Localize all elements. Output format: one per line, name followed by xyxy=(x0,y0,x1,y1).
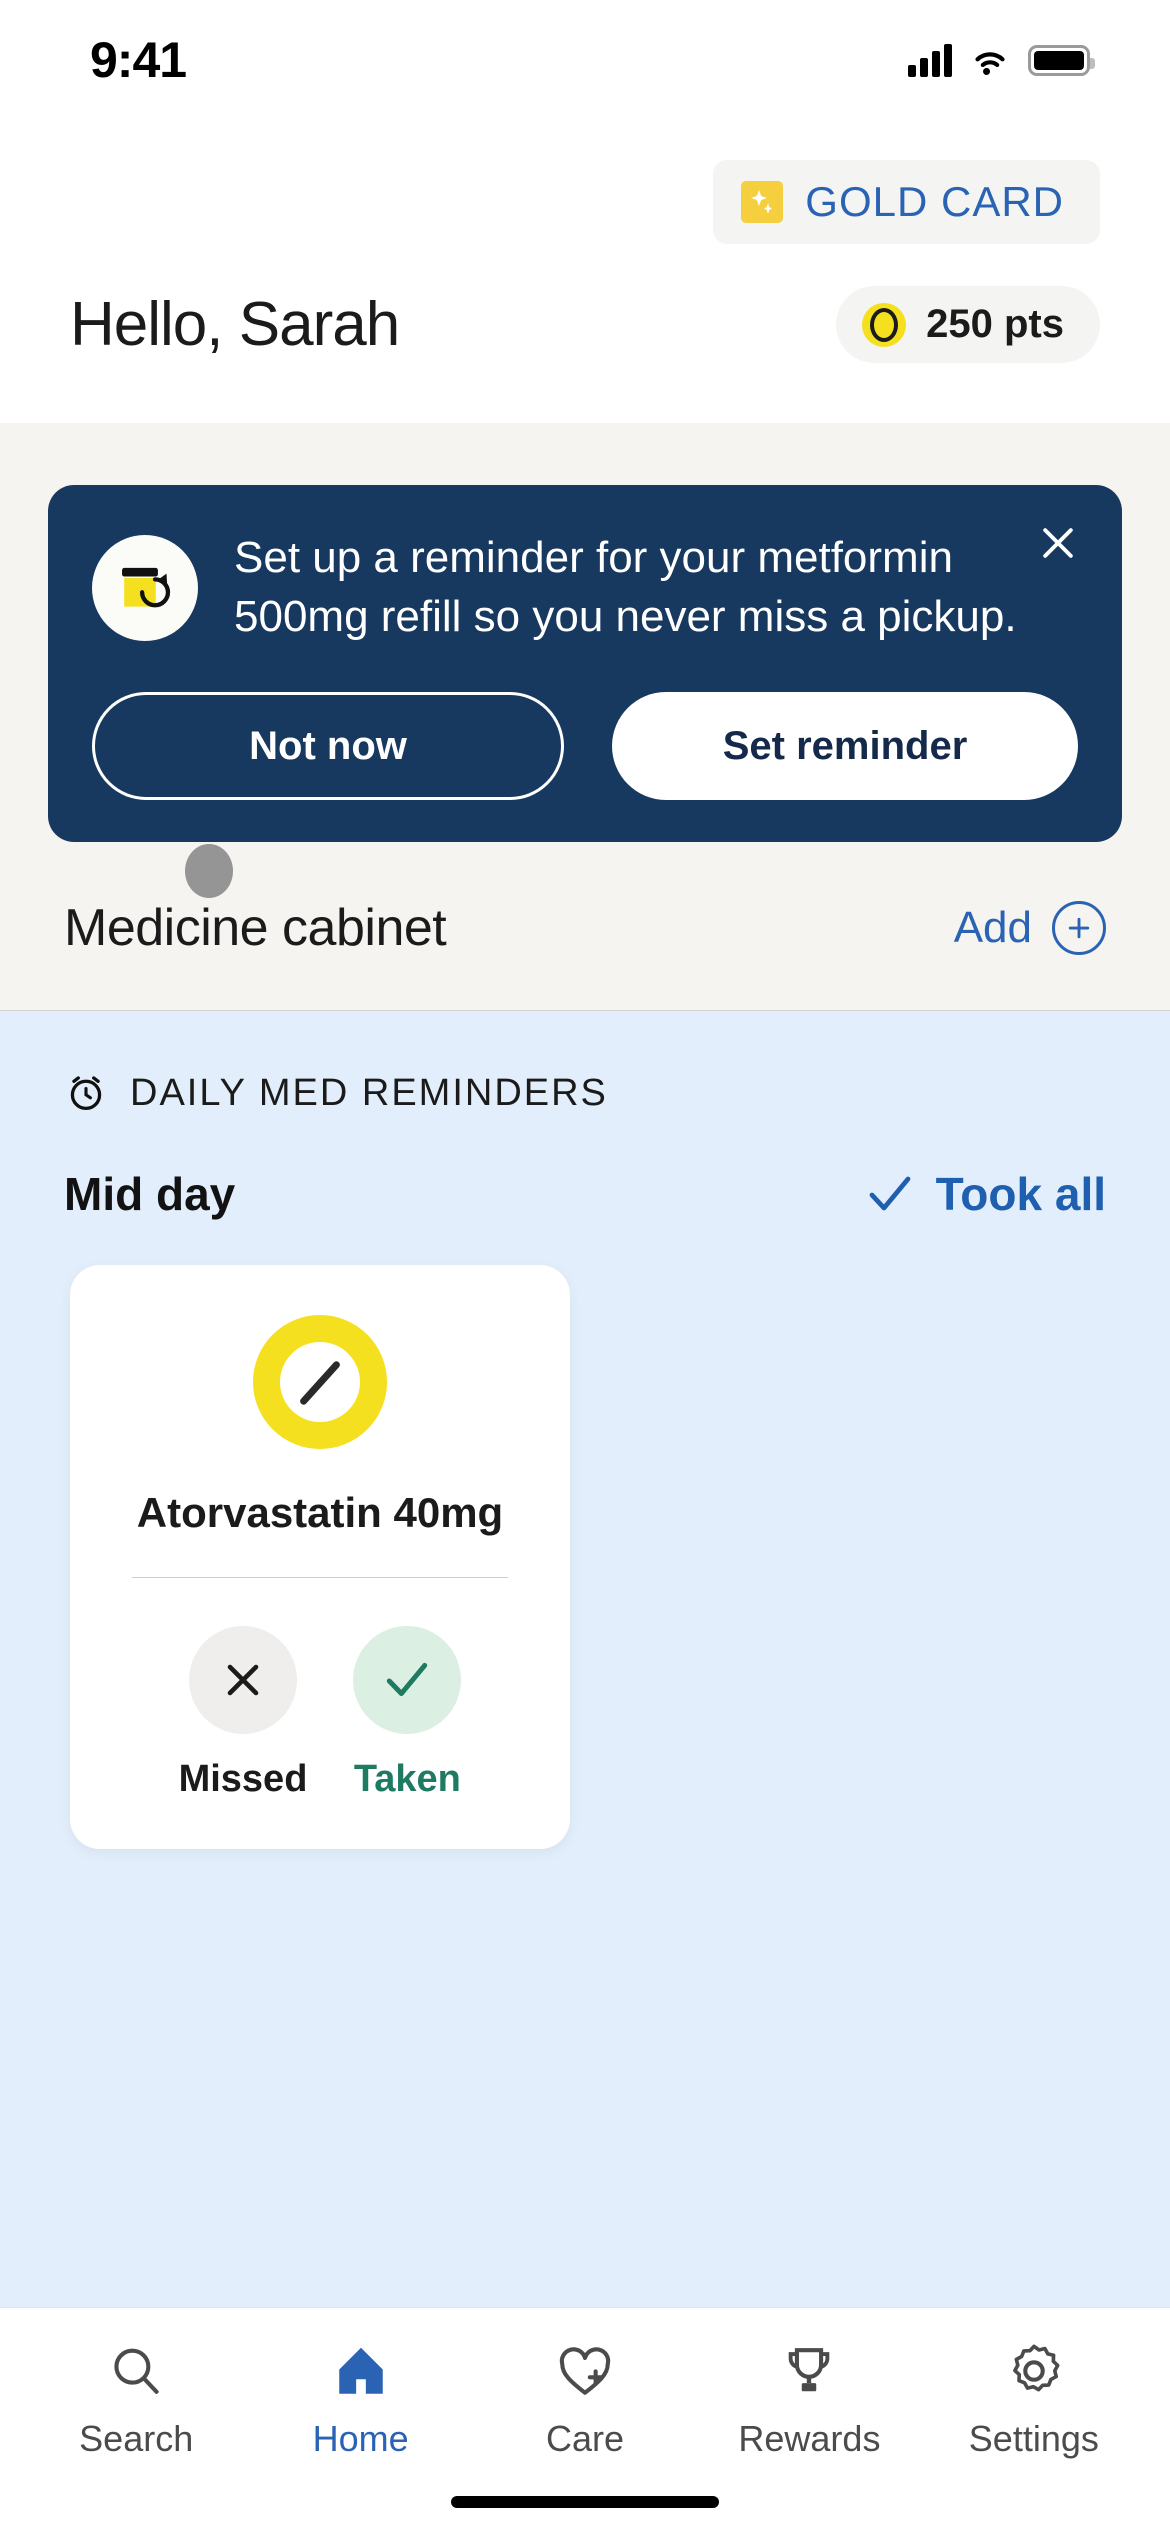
touch-cursor-indicator xyxy=(185,844,233,899)
sparkle-icon xyxy=(741,181,784,223)
banner-message: Set up a reminder for your metformin 500… xyxy=(234,533,1017,641)
search-icon xyxy=(114,2348,159,2394)
banner-content: Set up a reminder for your metformin 500… xyxy=(92,529,1078,646)
took-all-button[interactable]: Took all xyxy=(866,1167,1106,1221)
coin-icon xyxy=(862,302,907,347)
gold-card-row: GOLD CARD xyxy=(0,160,1170,244)
daily-reminders-section: DAILY MED REMINDERS Mid day Took all Ato… xyxy=(0,1010,1170,2307)
set-reminder-button[interactable]: Set reminder xyxy=(612,692,1078,801)
add-medication-button[interactable]: Add xyxy=(953,901,1106,956)
status-bar: 9:41 xyxy=(0,0,1170,120)
heart-plus-icon xyxy=(559,2347,611,2395)
medication-actions: Missed Taken xyxy=(70,1626,570,1801)
wifi-icon xyxy=(975,52,1005,75)
medicine-cabinet-header: Medicine cabinet Add xyxy=(0,842,1170,1010)
tab-search[interactable]: Search xyxy=(24,2342,248,2460)
taken-button[interactable]: Taken xyxy=(353,1626,462,1801)
add-label: Add xyxy=(953,903,1032,953)
tab-label: Home xyxy=(312,2418,409,2459)
app-screen: 9:41 GOLD CARD Hello, Sarah 250 pts Set … xyxy=(0,0,1170,2532)
home-icon xyxy=(338,2347,383,2394)
time-group-label: Mid day xyxy=(64,1168,236,1221)
took-all-label: Took all xyxy=(935,1168,1106,1221)
close-x-icon xyxy=(188,1626,297,1735)
reminders-header: DAILY MED REMINDERS xyxy=(0,1071,1170,1115)
pill-capsule-icon xyxy=(70,1315,570,1450)
close-icon[interactable] xyxy=(1034,519,1082,567)
greeting-row: Hello, Sarah 250 pts xyxy=(0,244,1170,423)
points-badge[interactable]: 250 pts xyxy=(836,286,1100,363)
pill-bottle-refill-icon xyxy=(92,534,198,641)
gold-card-label: GOLD CARD xyxy=(805,178,1064,225)
points-value: 250 pts xyxy=(926,302,1064,346)
tab-label: Care xyxy=(546,2418,625,2459)
tab-label: Search xyxy=(79,2418,194,2459)
reminders-section-label: DAILY MED REMINDERS xyxy=(130,1071,608,1114)
bottom-tab-bar: Search Home Care Rewards Settings xyxy=(0,2307,1170,2460)
card-divider xyxy=(132,1577,508,1579)
home-indicator xyxy=(0,2460,1170,2532)
tab-home[interactable]: Home xyxy=(248,2342,472,2460)
check-icon xyxy=(869,1176,911,1211)
gold-card-badge[interactable]: GOLD CARD xyxy=(713,160,1100,244)
gear-icon xyxy=(1012,2344,1060,2392)
cellular-signal-icon xyxy=(908,43,952,77)
not-now-button[interactable]: Not now xyxy=(92,692,564,801)
medication-name: Atorvastatin 40mg xyxy=(136,1489,504,1537)
missed-label: Missed xyxy=(178,1758,308,1801)
banner-actions: Not now Set reminder xyxy=(92,692,1078,801)
page-title: Hello, Sarah xyxy=(70,290,400,359)
missed-button[interactable]: Missed xyxy=(178,1626,308,1801)
tab-care[interactable]: Care xyxy=(473,2342,697,2460)
taken-label: Taken xyxy=(353,1758,461,1801)
status-icons xyxy=(908,43,1095,77)
medication-card[interactable]: Atorvastatin 40mg Missed Taken xyxy=(70,1265,570,1850)
refill-reminder-banner: Set up a reminder for your metformin 500… xyxy=(48,485,1122,843)
check-icon xyxy=(353,1626,462,1735)
tab-settings[interactable]: Settings xyxy=(922,2342,1146,2460)
plus-circle-icon xyxy=(1052,901,1106,956)
alarm-clock-icon xyxy=(70,1076,102,1111)
medicine-cabinet-title: Medicine cabinet xyxy=(64,899,447,958)
tab-label: Rewards xyxy=(738,2418,881,2459)
tab-label: Settings xyxy=(968,2418,1099,2459)
battery-icon xyxy=(1028,44,1095,76)
time-group-row: Mid day Took all xyxy=(0,1115,1170,1265)
status-time: 9:41 xyxy=(90,32,187,88)
page-header: GOLD CARD Hello, Sarah 250 pts xyxy=(0,120,1170,423)
content-section: Set up a reminder for your metformin 500… xyxy=(0,423,1170,1011)
tab-rewards[interactable]: Rewards xyxy=(697,2342,921,2460)
trophy-icon xyxy=(789,2348,830,2392)
